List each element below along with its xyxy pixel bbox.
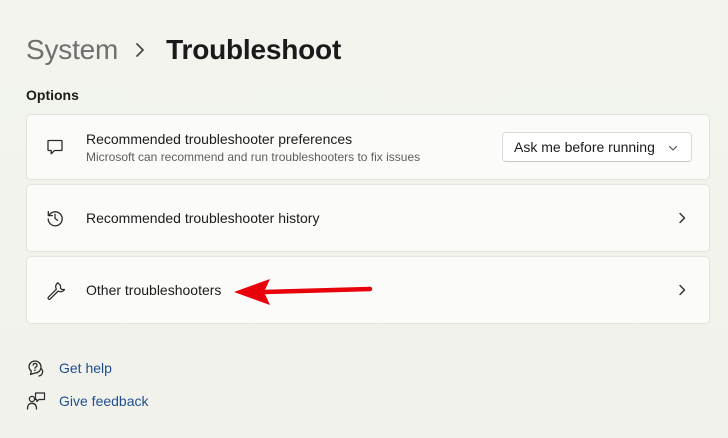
feedback-icon (26, 391, 46, 411)
card-text: Other troubleshooters (86, 281, 221, 299)
chevron-right-icon (134, 41, 146, 59)
breadcrumb: System Troubleshoot (26, 30, 341, 70)
card-title: Recommended troubleshooter preferences (86, 130, 353, 147)
card-subtitle: Microsoft can recommend and run troubles… (86, 149, 421, 164)
get-help-link[interactable]: Get help (26, 357, 112, 379)
history-icon (44, 207, 66, 229)
card-text: Recommended troubleshooter history (86, 209, 319, 227)
card-text: Recommended troubleshooter preferences M… (86, 130, 420, 165)
settings-page: System Troubleshoot Options Recommended … (0, 0, 728, 438)
card-title: Recommended troubleshooter history (86, 210, 320, 226)
card-title: Other troubleshooters (86, 282, 222, 298)
chat-bubble-icon (44, 136, 66, 158)
give-feedback-label: Give feedback (59, 393, 149, 409)
chevron-right-icon (675, 283, 689, 297)
chevron-right-icon (675, 211, 689, 225)
give-feedback-link[interactable]: Give feedback (26, 390, 149, 412)
preferences-dropdown[interactable]: Ask me before running (502, 132, 692, 162)
breadcrumb-system[interactable]: System (26, 34, 118, 66)
page-title: Troubleshoot (166, 34, 342, 65)
card-other-troubleshooters[interactable]: Other troubleshooters (26, 256, 710, 324)
card-troubleshooter-history[interactable]: Recommended troubleshooter history (26, 184, 710, 252)
get-help-label: Get help (59, 360, 112, 376)
dropdown-value: Ask me before running (514, 139, 655, 155)
card-troubleshooter-preferences: Recommended troubleshooter preferences M… (26, 114, 710, 180)
help-icon (26, 358, 46, 378)
chevron-down-icon (668, 145, 678, 151)
section-label-options: Options (26, 87, 79, 103)
wrench-icon (44, 279, 66, 301)
